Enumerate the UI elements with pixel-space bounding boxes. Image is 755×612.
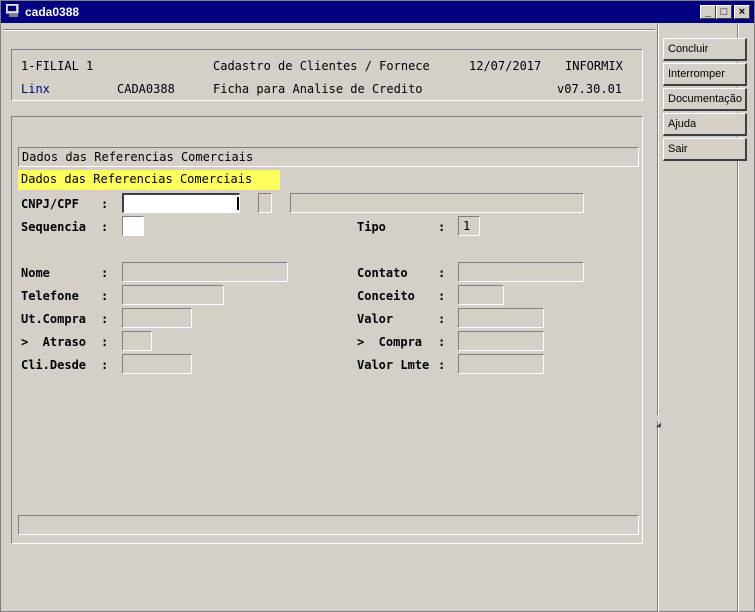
colon: : [101,266,109,280]
colon: : [101,358,109,372]
colon: : [438,358,446,372]
module-title: Cadastro de Clientes / Fornece [213,59,430,73]
screen-subtitle: Ficha para Analise de Credito [213,82,423,96]
contato-label: Contato [357,266,408,280]
tipo-field[interactable]: 1 [458,216,480,236]
atraso-label: > Atraso [21,335,87,349]
section-highlight: Dados das Referencias Comerciais [18,170,280,190]
ut-compra-label: Ut.Compra [21,312,87,326]
valor-lmte-field[interactable] [458,354,544,374]
window-title: cada0388 [25,5,80,19]
colon: : [101,289,109,303]
contato-field[interactable] [458,262,584,282]
colon: : [101,312,109,326]
vertical-divider [657,23,659,415]
close-button[interactable]: × [734,5,750,19]
cli-desde-field[interactable] [122,354,192,374]
cnpj-name-field[interactable] [290,193,584,213]
ajuda-button[interactable]: Ajuda [663,113,747,136]
colon: : [438,220,446,234]
sair-button[interactable]: Sair [663,138,747,161]
cli-desde-label: Cli.Desde [21,358,87,372]
valor-field[interactable] [458,308,544,328]
minimize-button[interactable]: _ [700,5,716,19]
conceito-field[interactable] [458,285,504,305]
app-window: cada0388 _ □ × 1-FILIAL 1 Cadastro de Cl… [0,0,755,612]
splitter-handle-icon[interactable]: ◢ [656,420,661,429]
maximize-button[interactable]: □ [716,5,732,19]
title-bar: cada0388 _ □ × [1,1,754,23]
status-bar [18,515,639,535]
colon: : [101,197,109,211]
tipo-value: 1 [463,219,471,233]
colon: : [438,312,446,326]
sequencia-label: Sequencia [21,220,87,234]
atraso-field[interactable] [122,331,152,351]
text-caret [237,197,239,210]
filial-label: 1-FILIAL 1 [21,59,94,73]
valor-label: Valor [357,312,394,326]
compra-label: > Compra [357,335,423,349]
conceito-label: Conceito [357,289,415,303]
interromper-button[interactable]: Interromper [663,63,747,86]
colon: : [101,335,109,349]
ut-compra-field[interactable] [122,308,192,328]
section-title-bar: Dados das Referencias Comerciais [18,147,639,167]
telefone-field[interactable] [122,285,224,305]
vertical-divider [737,23,739,612]
program-code: CADA0388 [117,82,175,96]
section-highlight-text: Dados das Referencias Comerciais [21,172,253,186]
telefone-label: Telefone [21,289,79,303]
vertical-divider [657,421,659,612]
horizontal-divider [3,29,655,31]
version-label: v07.30.01 [557,82,623,96]
section-title: Dados das Referencias Comerciais [22,150,254,164]
valor-lmte-label: Valor Lmte [357,358,430,372]
cnpj-digit-field[interactable] [258,193,272,213]
brand-label: Linx [21,82,50,96]
cnpj-label: CNPJ/CPF [21,197,79,211]
nome-label: Nome [21,266,50,280]
sequencia-input[interactable] [122,216,144,236]
database-label: INFORMIX [565,59,623,73]
colon: : [438,335,446,349]
colon: : [101,220,109,234]
colon: : [438,266,446,280]
compra-field[interactable] [458,331,544,351]
tipo-label: Tipo [357,220,386,234]
header-date: 12/07/2017 [469,59,542,73]
cnpj-input[interactable] [122,193,240,213]
nome-field[interactable] [122,262,288,282]
app-icon [5,3,20,18]
concluir-button[interactable]: Concluir [663,38,747,61]
documentacao-button[interactable]: Documentação [663,88,747,111]
colon: : [438,289,446,303]
